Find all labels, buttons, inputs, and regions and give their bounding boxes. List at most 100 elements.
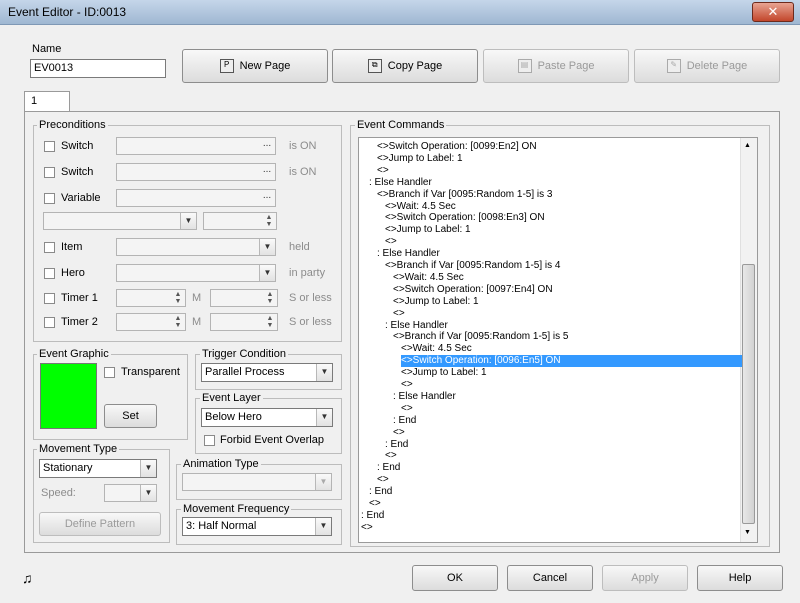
command-line[interactable]: : Else Handler	[385, 320, 448, 332]
switch2-checkbox[interactable]	[44, 167, 55, 178]
preconditions-group	[33, 125, 342, 342]
command-line[interactable]: : Else Handler	[377, 248, 440, 260]
chevron-down-icon: ▼	[315, 474, 331, 490]
item-checkbox[interactable]	[44, 242, 55, 253]
command-line[interactable]: <>Wait: 4.5 Sec	[401, 343, 472, 355]
command-line[interactable]: <>Jump to Label: 1	[401, 367, 487, 379]
command-line[interactable]: <>Jump to Label: 1	[385, 224, 471, 236]
paste-page-button[interactable]: ▤ Paste Page	[483, 49, 629, 83]
hero-checkbox[interactable]	[44, 268, 55, 279]
command-line[interactable]: <>Switch Operation: [0098:En3] ON	[385, 212, 545, 224]
ok-button[interactable]: OK	[412, 565, 498, 591]
scroll-down-icon[interactable]: ▼	[744, 529, 751, 536]
command-line[interactable]: <>	[377, 474, 389, 486]
close-button[interactable]: ✕	[752, 2, 794, 22]
timer2-seconds-spinner[interactable]: ▲ ▼	[210, 313, 278, 331]
scroll-up-icon[interactable]: ▲	[744, 142, 751, 149]
copy-page-label: Copy Page	[387, 60, 443, 72]
timer2-label: Timer 2	[61, 316, 98, 328]
switch2-label: Switch	[61, 166, 94, 178]
new-page-button[interactable]: P New Page	[182, 49, 328, 83]
trigger-condition-label: Trigger Condition	[200, 348, 288, 360]
help-button[interactable]: Help	[697, 565, 783, 591]
timer1-label: Timer 1	[61, 292, 98, 304]
timer2-s-or-less-label: S or less	[289, 316, 332, 328]
timer2-checkbox[interactable]	[44, 317, 55, 328]
command-line[interactable]: <>	[361, 522, 373, 534]
delete-page-button[interactable]: ✎ Delete Page	[634, 49, 780, 83]
copy-page-icon: ⧉	[367, 59, 382, 74]
title-bar[interactable]: Event Editor - ID:0013 ✕	[0, 0, 800, 25]
define-pattern-button[interactable]: Define Pattern	[39, 512, 161, 536]
switch1-browse-icon[interactable]: ...	[260, 139, 274, 153]
variable-browse-icon[interactable]: ...	[260, 191, 274, 205]
timer2-m-label: M	[192, 316, 202, 328]
in-party-label: in party	[289, 267, 326, 279]
preconditions-label: Preconditions	[37, 119, 108, 131]
variable-field[interactable]: ...	[116, 189, 276, 207]
animation-type-label: Animation Type	[181, 458, 261, 470]
command-line[interactable]: : End	[393, 415, 416, 427]
command-line[interactable]: : End	[361, 510, 384, 522]
command-line[interactable]: <>Jump to Label: 1	[377, 153, 463, 165]
apply-button[interactable]: Apply	[602, 565, 688, 591]
timer1-seconds-spinner[interactable]: ▲ ▼	[210, 289, 278, 307]
command-line[interactable]: <>Branch if Var [0095:Random 1-5] is 3	[377, 189, 552, 201]
command-line[interactable]: <>	[401, 379, 413, 391]
event-commands-scrollbar[interactable]: ▲ ▼	[740, 138, 757, 542]
command-line[interactable]: : End	[385, 439, 408, 451]
command-line[interactable]: <>Branch if Var [0095:Random 1-5] is 5	[393, 331, 568, 343]
timer2-minutes-spinner[interactable]: ▲ ▼	[116, 313, 186, 331]
cancel-button[interactable]: Cancel	[507, 565, 593, 591]
variable-value-spinner[interactable]: ▲ ▼	[203, 212, 277, 230]
delete-page-icon: ✎	[666, 59, 681, 74]
command-line[interactable]: <>	[401, 403, 413, 415]
switch2-field[interactable]: ...	[116, 163, 276, 181]
command-line[interactable]: : End	[369, 486, 392, 498]
trigger-condition-dropdown[interactable]: Parallel Process	[201, 363, 333, 382]
command-line[interactable]: <>Switch Operation: [0099:En2] ON	[377, 141, 537, 153]
transparent-checkbox[interactable]	[104, 367, 115, 378]
switch1-checkbox[interactable]	[44, 141, 55, 152]
timer1-checkbox[interactable]	[44, 293, 55, 304]
set-graphic-button[interactable]: Set	[104, 404, 157, 428]
copy-page-button[interactable]: ⧉ Copy Page	[332, 49, 478, 83]
command-line[interactable]: <>	[393, 427, 405, 439]
command-line[interactable]: <>	[369, 498, 381, 510]
scrollbar-thumb[interactable]	[742, 264, 755, 524]
movement-frequency-dropdown[interactable]: 3: Half Normal	[182, 517, 332, 536]
switch1-field[interactable]: ...	[116, 137, 276, 155]
switch2-browse-icon[interactable]: ...	[260, 165, 274, 179]
variable-checkbox[interactable]	[44, 193, 55, 204]
page-tab-label: 1	[31, 95, 38, 107]
command-line[interactable]: : End	[377, 462, 400, 474]
command-line[interactable]: <>Wait: 4.5 Sec	[385, 201, 456, 213]
forbid-overlap-checkbox[interactable]	[204, 435, 215, 446]
item-dropdown[interactable]: ▼	[116, 238, 276, 256]
command-line[interactable]: <>Jump to Label: 1	[393, 296, 479, 308]
command-line[interactable]: : Else Handler	[393, 391, 456, 403]
chevron-down-icon: ▼	[140, 485, 156, 501]
music-note-icon[interactable]: ♫	[22, 570, 33, 586]
command-line[interactable]: <>Wait: 4.5 Sec	[393, 272, 464, 284]
hero-dropdown[interactable]: ▼	[116, 264, 276, 282]
command-line[interactable]: <>	[385, 236, 397, 248]
speed-dropdown[interactable]: ▼	[104, 484, 157, 502]
timer1-minutes-spinner[interactable]: ▲ ▼	[116, 289, 186, 307]
command-line[interactable]: <>Switch Operation: [0097:En4] ON	[393, 284, 553, 296]
command-line[interactable]: : Else Handler	[369, 177, 432, 189]
command-line[interactable]: <>Switch Operation: [0096:En5] ON	[401, 355, 742, 368]
timer1-m-label: M	[192, 292, 202, 304]
command-line[interactable]: <>	[393, 308, 405, 320]
variable-operator-dropdown[interactable]: ▼	[43, 212, 197, 230]
page-tab-1[interactable]: 1	[24, 91, 70, 112]
command-line[interactable]: <>	[385, 450, 397, 462]
animation-type-dropdown[interactable]	[182, 473, 332, 491]
event-graphic-preview[interactable]	[40, 363, 97, 429]
command-line[interactable]: <>	[377, 165, 389, 177]
command-line[interactable]: <>Branch if Var [0095:Random 1-5] is 4	[385, 260, 560, 272]
event-layer-dropdown[interactable]: Below Hero	[201, 408, 333, 427]
event-commands-list[interactable]: ▲ ▼ <>Switch Operation: [0099:En2] ON <>J…	[358, 137, 758, 543]
name-input[interactable]: EV0013	[30, 59, 166, 78]
chevron-down-icon: ▼	[316, 409, 332, 426]
